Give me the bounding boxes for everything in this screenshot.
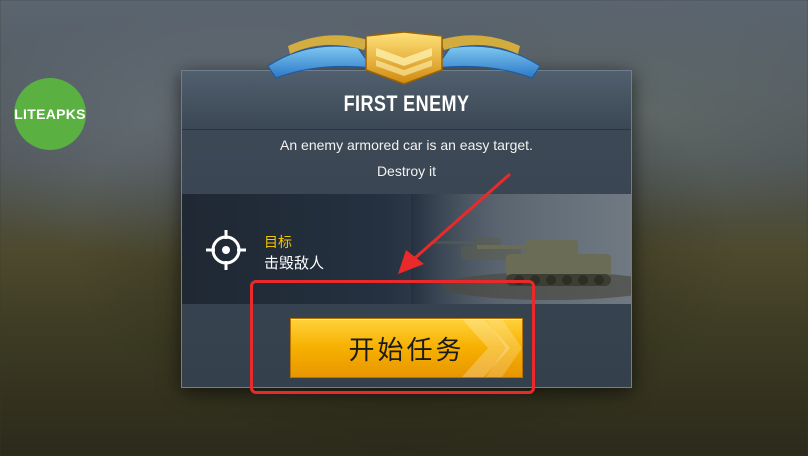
mission-description-line2: Destroy it [376,163,437,179]
objective-label: 目标 [264,235,292,251]
target-icon [206,230,246,270]
annotation-highlight-box [250,280,535,394]
rank-emblem [268,31,540,85]
mission-description-line1: An enemy armored car is an easy target. [280,137,533,153]
liteapks-watermark: LITEAPKS [14,78,86,150]
dialog-title: FIRST ENEMY [343,91,470,116]
objective-text: 击毁敌人 [264,254,325,272]
watermark-text: LITEAPKS [14,106,86,122]
